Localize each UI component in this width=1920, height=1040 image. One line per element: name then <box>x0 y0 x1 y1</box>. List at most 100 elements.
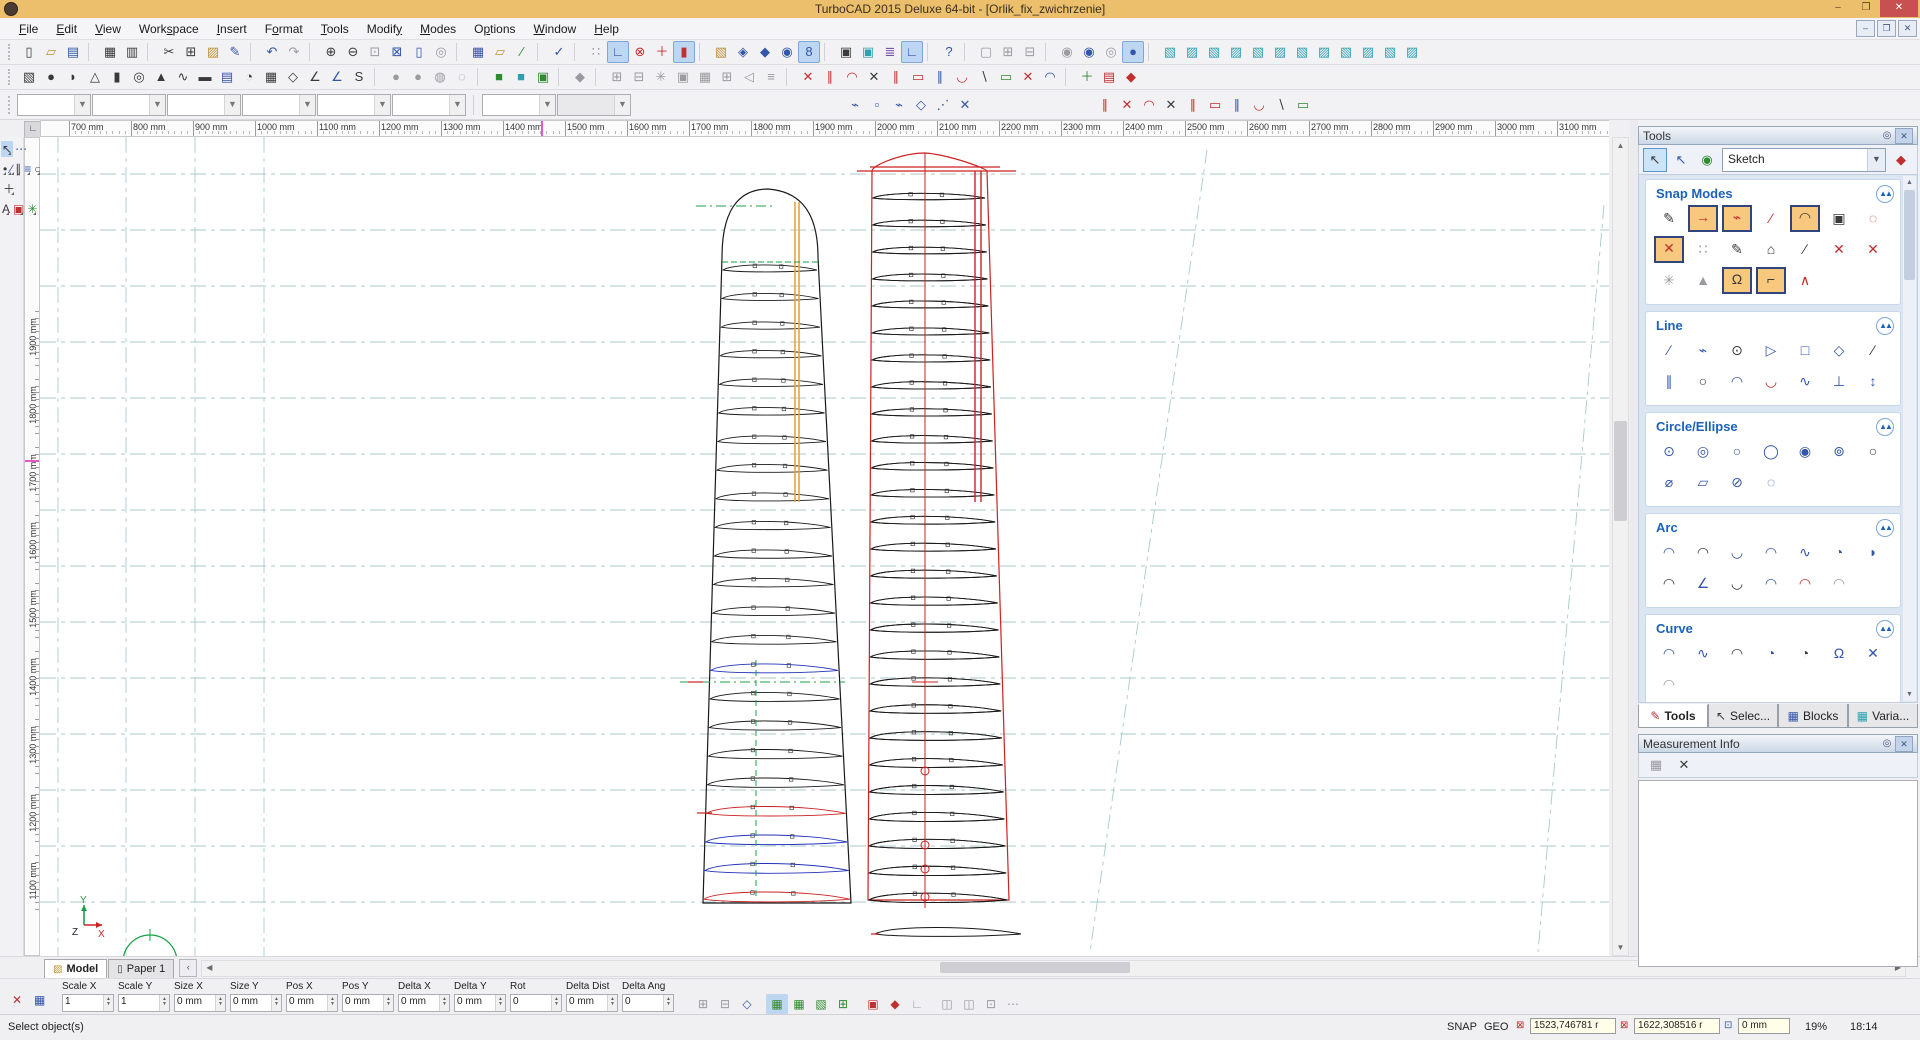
extract-icon[interactable]: ◈ <box>732 41 754 63</box>
menu-options[interactable]: Options <box>465 20 524 38</box>
snap-angle-icon[interactable]: ∧ <box>1790 267 1820 295</box>
open-file-icon[interactable]: ▱ <box>40 41 62 63</box>
chevron-down-icon[interactable]: ▼ <box>1867 149 1885 171</box>
opt2-icon[interactable]: ◫ <box>958 994 980 1016</box>
arc-tangent-icon[interactable]: ∿ <box>1790 539 1820 567</box>
coord-z-icon[interactable]: ⊡ <box>1724 1020 1732 1031</box>
menu-edit[interactable]: Edit <box>47 20 86 38</box>
render-hidden-icon[interactable]: ◎ <box>1100 41 1122 63</box>
hscroll-left-arrow[interactable]: ◀ <box>202 961 216 974</box>
coord-x-icon[interactable]: ⊠ <box>1516 1020 1524 1031</box>
palette-scroll-thumb[interactable] <box>1904 190 1915 280</box>
curve-bezier-icon[interactable]: ◠ <box>1654 640 1684 668</box>
parallel-copy-icon[interactable]: ∥ <box>929 66 951 88</box>
arc-ratio-icon[interactable]: ◠ <box>1824 570 1854 598</box>
snap-divide2-icon[interactable]: ✕ <box>1858 236 1888 264</box>
chevron-down-icon[interactable]: ▼ <box>299 95 315 115</box>
view-back-icon[interactable]: ▨ <box>1357 41 1379 63</box>
sweep-icon[interactable]: S <box>348 66 370 88</box>
array-icon[interactable]: ⊞ <box>716 66 738 88</box>
select-tool[interactable]: ↖ <box>1 141 13 157</box>
template-icon[interactable]: ▧ <box>710 41 732 63</box>
field-input[interactable]: 0 mm▲▼ <box>454 994 506 1012</box>
coord-y-icon[interactable]: ⊠ <box>1620 1020 1628 1031</box>
palette-tab-tools[interactable]: ✎Tools <box>1638 704 1708 728</box>
insert-block-icon[interactable]: ▦ <box>694 66 716 88</box>
view-top-icon[interactable]: ▧ <box>1247 41 1269 63</box>
field-spinner[interactable]: ▲▼ <box>663 995 673 1011</box>
curve-sketch-icon[interactable]: ✕ <box>1858 640 1888 668</box>
history-fwd-icon[interactable]: ⊟ <box>714 994 736 1016</box>
arc-angle-icon[interactable]: ∠ <box>1688 570 1718 598</box>
geo-toggle[interactable]: GEO <box>1484 1021 1508 1033</box>
cut-icon[interactable]: ✂ <box>158 41 180 63</box>
vscroll-down-arrow[interactable]: ▼ <box>1613 940 1628 955</box>
palette-pin-icon[interactable]: ◎ <box>1879 129 1895 143</box>
spell-check-icon[interactable]: ✓ <box>548 41 570 63</box>
add-node-icon[interactable]: ＋ <box>1076 66 1098 88</box>
doc-minimize-button[interactable]: – <box>1856 20 1875 37</box>
split-icon[interactable]: ✕ <box>1017 66 1039 88</box>
collapse-icon[interactable]: ▲▲ <box>1876 519 1894 537</box>
palette-scroll-down[interactable]: ▼ <box>1903 688 1916 701</box>
text-tool[interactable]: A <box>1 201 11 217</box>
palette-close-icon[interactable]: ✕ <box>1895 128 1913 144</box>
circle-3pt-icon[interactable]: ◯ <box>1756 438 1786 466</box>
bool-subtract-icon[interactable]: ■ <box>510 66 532 88</box>
constraint-box-icon[interactable]: ▭ <box>1292 94 1314 116</box>
collapse-icon[interactable]: ▲▲ <box>1876 317 1894 335</box>
menu-workspace[interactable]: Workspace <box>130 20 208 38</box>
arc-3pt-icon[interactable]: ◠ <box>1756 539 1786 567</box>
no-snap-icon[interactable]: ▮ <box>673 41 695 63</box>
favorite-icon[interactable]: ◆ <box>1120 66 1142 88</box>
sphere-gray3-icon[interactable]: ◍ <box>429 66 451 88</box>
node-insert-icon[interactable]: ▫ <box>866 94 888 116</box>
view-iso-sw-icon[interactable]: ▨ <box>1225 41 1247 63</box>
zoom-extents-icon[interactable]: ⊠ <box>386 41 408 63</box>
field-input[interactable]: 0 mm▲▼ <box>174 994 226 1012</box>
coord-y-field[interactable]: 1622,308516 r <box>1634 1018 1720 1034</box>
menu-modes[interactable]: Modes <box>411 20 465 38</box>
curve-spline-icon[interactable]: ∿ <box>1688 640 1718 668</box>
tab-scroll-left-button[interactable]: ‹ <box>179 959 197 977</box>
coord-x-field[interactable]: 1523,746781 r <box>1530 1018 1616 1034</box>
hemisphere-icon[interactable]: ◗ <box>62 66 84 88</box>
line-rectangle-icon[interactable]: □ <box>1790 337 1820 365</box>
constraint-parallel-icon[interactable]: ∥ <box>1094 94 1116 116</box>
zoom-window-icon[interactable]: ⊡ <box>364 41 386 63</box>
grid-snap-icon[interactable]: ▦ <box>788 994 810 1016</box>
snap-divide-icon[interactable]: ✕ <box>1824 236 1854 264</box>
arc-half-icon[interactable]: ◗ <box>1858 539 1888 567</box>
select-entity-icon[interactable]: ▢ <box>975 41 997 63</box>
palette-scroll-up[interactable]: ▲ <box>1903 176 1916 189</box>
sketch-combo[interactable]: Sketch ▼ <box>1722 148 1886 172</box>
save-state-icon[interactable]: ▤ <box>1098 66 1120 88</box>
ellipse-box-icon[interactable]: ▱ <box>1688 469 1718 497</box>
clipboard-3d-icon[interactable]: ▣ <box>835 41 857 63</box>
torus-icon[interactable]: ◎ <box>128 66 150 88</box>
coordinate-system-icon[interactable]: ∟ <box>607 41 629 63</box>
sphere-icon[interactable]: ● <box>40 66 62 88</box>
measurement-close-icon[interactable]: ✕ <box>1895 736 1913 752</box>
view-right-icon[interactable]: ▨ <box>1313 41 1335 63</box>
print-preview-icon[interactable]: ▥ <box>121 41 143 63</box>
field-spinner[interactable]: ▲▼ <box>103 995 113 1011</box>
drawing-canvas[interactable]: YZX <box>40 137 1609 956</box>
align-icon[interactable]: ≡ <box>760 66 782 88</box>
field-spinner[interactable]: ▲▼ <box>439 995 449 1011</box>
facet-icon[interactable]: ◇ <box>282 66 304 88</box>
zoom-level[interactable]: 19% <box>1805 1021 1827 1033</box>
sphere-gray4-icon[interactable]: ◌ <box>451 66 473 88</box>
arc-concentric-icon[interactable]: ◠ <box>1688 539 1718 567</box>
coord-z-field[interactable]: 0 mm <box>1738 1018 1790 1034</box>
chevron-down-icon[interactable]: ▼ <box>149 95 165 115</box>
shrink-icon[interactable]: ∖ <box>973 66 995 88</box>
history-back-icon[interactable]: ⊞ <box>692 994 714 1016</box>
palette-scrollbar[interactable]: ▲ ▼ <box>1903 176 1916 701</box>
chevron-down-icon[interactable]: ▼ <box>374 95 390 115</box>
linestyle-combo[interactable]: ▼ <box>167 94 241 116</box>
slab-icon[interactable]: ▬ <box>194 66 216 88</box>
design-director-icon[interactable]: ◆ <box>754 41 776 63</box>
snap-intersection-icon[interactable]: ✕ <box>1654 236 1684 263</box>
arc-ellipt-icon[interactable]: ◠ <box>1756 570 1786 598</box>
